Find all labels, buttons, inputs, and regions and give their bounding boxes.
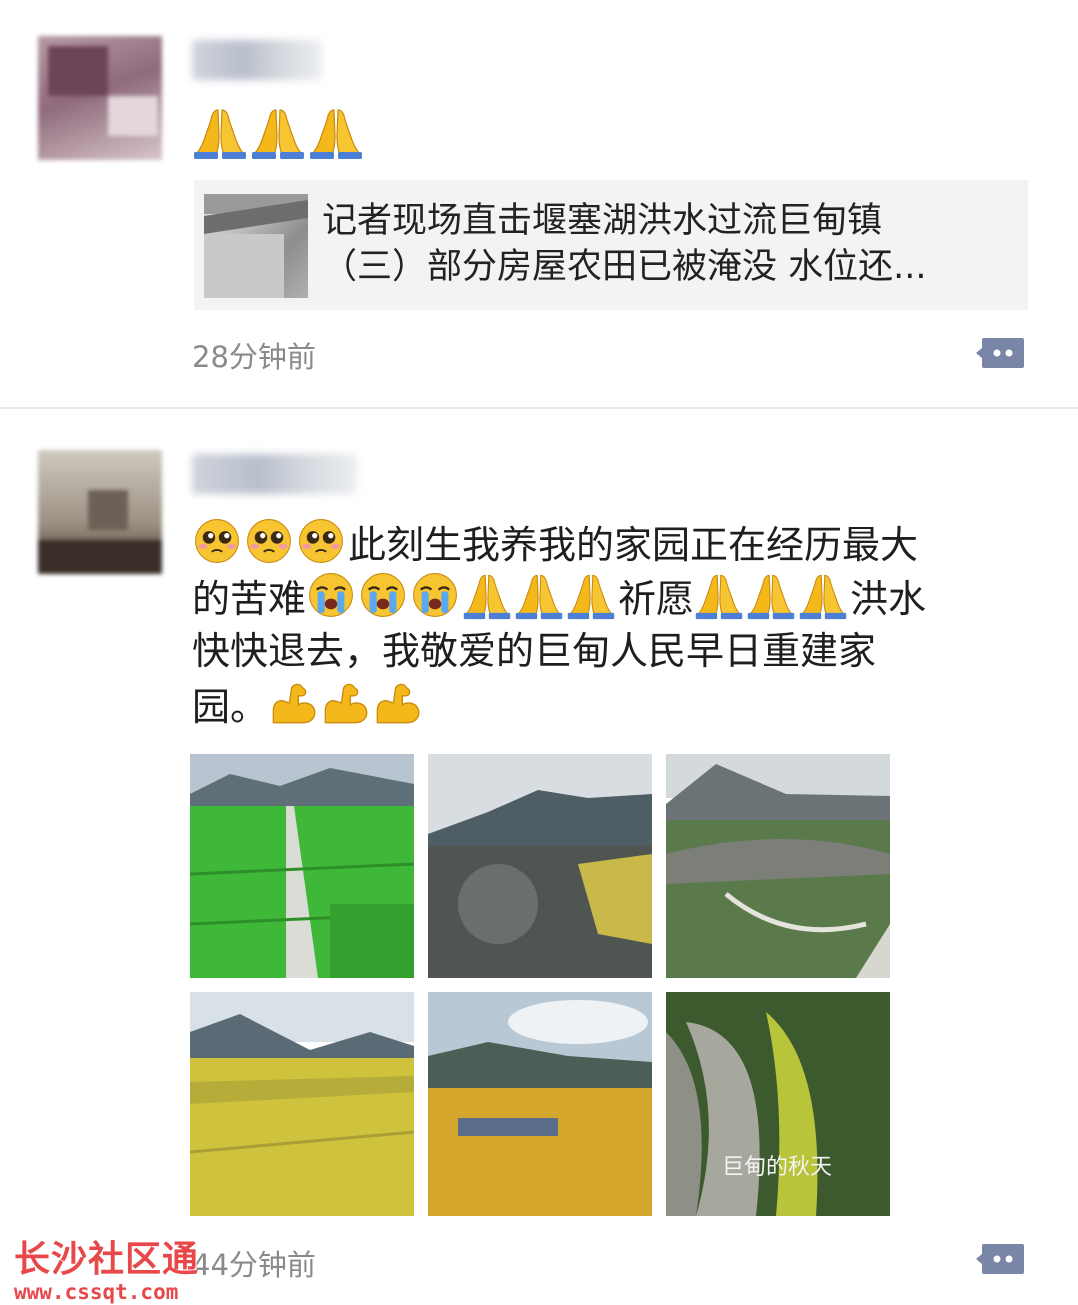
folded-hands-icon	[192, 104, 250, 160]
folded-hands-icon	[798, 570, 850, 618]
photo-village-terraced-fields[interactable]: 巨甸的秋天	[666, 992, 890, 1216]
flexed-biceps-icon	[320, 678, 372, 726]
folded-hands-icon	[250, 104, 308, 160]
nickname[interactable]	[192, 454, 357, 494]
post-text-line-2c: 洪水	[850, 577, 927, 621]
post-text-line-4: 园。	[192, 685, 269, 729]
post-time: 28分钟前	[192, 340, 316, 374]
folded-hands-icon	[566, 570, 618, 618]
link-thumbnail	[204, 194, 308, 298]
link-title-line-2: （三）部分房屋农田已被淹没 水位还...	[322, 247, 927, 287]
flexed-biceps-icon	[268, 678, 320, 726]
pleading-face-icon	[244, 516, 296, 564]
photo-village-river-road[interactable]	[666, 754, 890, 978]
folded-hands-icon	[514, 570, 566, 618]
post-text-line-2a: 的苦难	[192, 577, 307, 621]
loudly-crying-face-icon	[358, 570, 410, 618]
photo-caption: 巨甸的秋天	[722, 1155, 832, 1180]
loudly-crying-face-icon	[306, 570, 358, 618]
avatar[interactable]	[38, 450, 162, 574]
site-watermark: 长沙社区通 www.cssqt.com	[14, 1230, 254, 1304]
avatar[interactable]	[38, 36, 162, 160]
comment-icon[interactable]	[976, 1242, 1026, 1276]
pleading-face-icon	[192, 516, 244, 564]
post-text-line-3: 快快退去，我敬爱的巨甸人民早日重建家	[192, 629, 877, 673]
photo-grid: 巨甸的秋天	[190, 754, 890, 1218]
photo-golden-fields-lake[interactable]	[190, 992, 414, 1216]
post-text: 此刻生我养我的家园正在经历最大 的苦难 祈愿 洪水 快快退去，我敬爱的巨甸人民早日重…	[192, 516, 1032, 732]
pleading-face-icon	[296, 516, 348, 564]
link-title[interactable]: 记者现场直击堰塞湖洪水过流巨甸镇 （三）部分房屋农田已被淹没 水位还...	[322, 198, 1012, 290]
shared-link-card[interactable]: 记者现场直击堰塞湖洪水过流巨甸镇 （三）部分房屋农田已被淹没 水位还...	[194, 180, 1028, 310]
watermark-title: 长沙社区通	[14, 1239, 200, 1280]
flexed-biceps-icon	[372, 678, 424, 726]
emoji-row	[192, 104, 366, 160]
folded-hands-icon	[462, 570, 514, 618]
photo-golden-fields-cloudy[interactable]	[428, 992, 652, 1216]
moment-post-1: 记者现场直击堰塞湖洪水过流巨甸镇 （三）部分房屋农田已被淹没 水位还... 28…	[0, 0, 1078, 408]
photo-green-rice-fields[interactable]	[190, 754, 414, 978]
nickname[interactable]	[192, 40, 322, 80]
moment-post-2: 此刻生我养我的家园正在经历最大 的苦难 祈愿 洪水 快快退去，我敬爱的巨甸人民早日重…	[0, 410, 1078, 1305]
post-text-line-2b: 祈愿	[618, 577, 695, 621]
watermark-url: www.cssqt.com	[14, 1280, 179, 1304]
link-title-line-1: 记者现场直击堰塞湖洪水过流巨甸镇	[322, 201, 883, 241]
loudly-crying-face-icon	[410, 570, 462, 618]
post-text-line-1: 此刻生我养我的家园正在经历最大	[348, 523, 919, 567]
photo-village-aerial[interactable]	[428, 754, 652, 978]
folded-hands-icon	[308, 104, 366, 160]
post-divider	[0, 407, 1078, 409]
folded-hands-icon	[694, 570, 746, 618]
comment-icon[interactable]	[976, 336, 1026, 370]
folded-hands-icon	[746, 570, 798, 618]
